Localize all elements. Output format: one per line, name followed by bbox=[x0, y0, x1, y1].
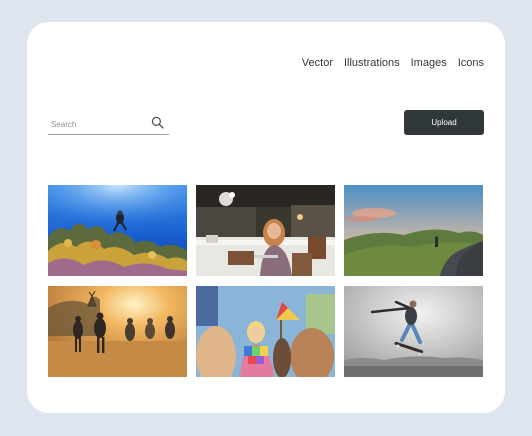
gallery-image-underwater-diver[interactable] bbox=[48, 185, 187, 276]
image-gallery bbox=[48, 185, 483, 377]
nav-images[interactable]: Images bbox=[411, 57, 447, 69]
gallery-image-cafe-woman[interactable] bbox=[196, 185, 335, 276]
search-icon[interactable] bbox=[151, 116, 164, 129]
gallery-image-festival-crowd[interactable] bbox=[196, 286, 335, 377]
nav-icons[interactable]: Icons bbox=[458, 57, 484, 69]
search-field bbox=[48, 114, 169, 135]
top-nav: Vector Illustrations Images Icons bbox=[302, 57, 484, 69]
gallery-image-running-field[interactable] bbox=[48, 286, 187, 377]
search-input[interactable] bbox=[48, 114, 144, 135]
gallery-image-skateboarder[interactable] bbox=[344, 286, 483, 377]
main-card: Vector Illustrations Images Icons Upload bbox=[27, 22, 505, 413]
nav-illustrations[interactable]: Illustrations bbox=[344, 57, 400, 69]
nav-vector[interactable]: Vector bbox=[302, 57, 333, 69]
gallery-image-hill-road[interactable] bbox=[344, 185, 483, 276]
upload-button[interactable]: Upload bbox=[404, 110, 484, 135]
